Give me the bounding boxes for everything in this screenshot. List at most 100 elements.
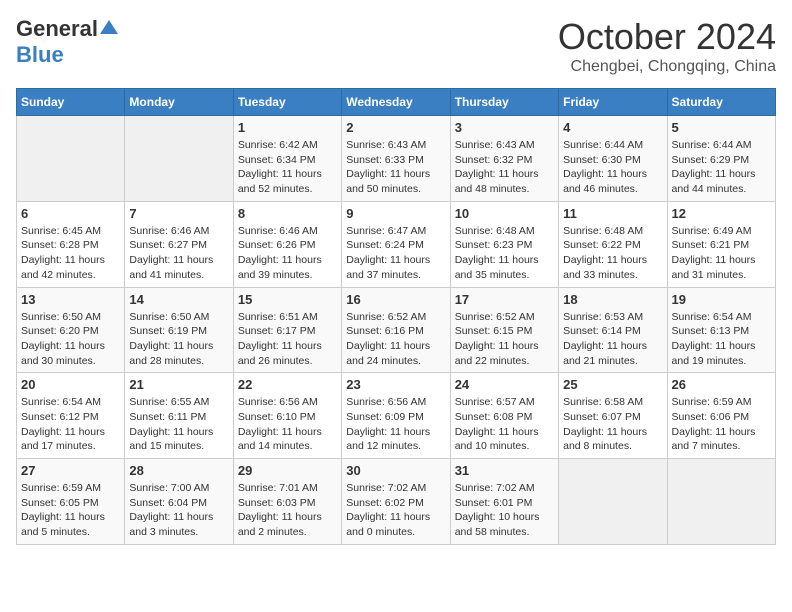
cell-date-number: 16 <box>346 292 445 307</box>
calendar-cell: 28 Sunrise: 7:00 AMSunset: 6:04 PMDayligh… <box>125 459 233 545</box>
calendar-cell <box>125 116 233 202</box>
calendar-cell: 27 Sunrise: 6:59 AMSunset: 6:05 PMDayligh… <box>17 459 125 545</box>
calendar-cell: 17 Sunrise: 6:52 AMSunset: 6:15 PMDayligh… <box>450 287 558 373</box>
calendar-cell: 6 Sunrise: 6:45 AMSunset: 6:28 PMDaylight… <box>17 201 125 287</box>
calendar-cell: 11 Sunrise: 6:48 AMSunset: 6:22 PMDayligh… <box>559 201 667 287</box>
cell-sun-info: Sunrise: 6:54 AMSunset: 6:12 PMDaylight:… <box>21 395 120 454</box>
cell-sun-info: Sunrise: 6:49 AMSunset: 6:21 PMDaylight:… <box>672 224 771 283</box>
cell-date-number: 24 <box>455 377 554 392</box>
cell-date-number: 7 <box>129 206 228 221</box>
calendar-cell: 10Sunrise: 6:48 AMSunset: 6:23 PMDayligh… <box>450 201 558 287</box>
calendar-cell: 30 Sunrise: 7:02 AMSunset: 6:02 PMDayligh… <box>342 459 450 545</box>
month-title: October 2024 <box>558 16 776 58</box>
cell-date-number: 29 <box>238 463 337 478</box>
calendar-week-row: 27 Sunrise: 6:59 AMSunset: 6:05 PMDayligh… <box>17 459 776 545</box>
cell-date-number: 2 <box>346 120 445 135</box>
calendar-week-row: 6 Sunrise: 6:45 AMSunset: 6:28 PMDaylight… <box>17 201 776 287</box>
cell-sun-info: Sunrise: 6:48 AMSunset: 6:22 PMDaylight:… <box>563 224 662 283</box>
calendar-cell: 14Sunrise: 6:50 AMSunset: 6:19 PMDayligh… <box>125 287 233 373</box>
cell-sun-info: Sunrise: 6:48 AMSunset: 6:23 PMDaylight:… <box>455 224 554 283</box>
cell-date-number: 18 <box>563 292 662 307</box>
cell-sun-info: Sunrise: 6:55 AMSunset: 6:11 PMDaylight:… <box>129 395 228 454</box>
calendar-cell: 4 Sunrise: 6:44 AMSunset: 6:30 PMDaylight… <box>559 116 667 202</box>
cell-date-number: 22 <box>238 377 337 392</box>
cell-date-number: 31 <box>455 463 554 478</box>
calendar-cell: 2Sunrise: 6:43 AMSunset: 6:33 PMDaylight… <box>342 116 450 202</box>
calendar-cell: 22 Sunrise: 6:56 AMSunset: 6:10 PMDayligh… <box>233 373 341 459</box>
calendar-week-row: 13 Sunrise: 6:50 AMSunset: 6:20 PMDayligh… <box>17 287 776 373</box>
calendar-header: SundayMondayTuesdayWednesdayThursdayFrid… <box>17 89 776 116</box>
title-area: October 2024 Chengbei, Chongqing, China <box>558 16 776 76</box>
cell-date-number: 12 <box>672 206 771 221</box>
weekday-header-wednesday: Wednesday <box>342 89 450 116</box>
cell-sun-info: Sunrise: 6:52 AMSunset: 6:16 PMDaylight:… <box>346 310 445 369</box>
calendar-cell <box>559 459 667 545</box>
cell-sun-info: Sunrise: 6:45 AMSunset: 6:28 PMDaylight:… <box>21 224 120 283</box>
weekday-header-saturday: Saturday <box>667 89 775 116</box>
cell-sun-info: Sunrise: 6:50 AMSunset: 6:20 PMDaylight:… <box>21 310 120 369</box>
weekday-header-tuesday: Tuesday <box>233 89 341 116</box>
cell-date-number: 5 <box>672 120 771 135</box>
cell-date-number: 26 <box>672 377 771 392</box>
calendar-body: 1Sunrise: 6:42 AMSunset: 6:34 PMDaylight… <box>17 116 776 545</box>
cell-sun-info: Sunrise: 7:00 AMSunset: 6:04 PMDaylight:… <box>129 481 228 540</box>
calendar-cell: 20Sunrise: 6:54 AMSunset: 6:12 PMDayligh… <box>17 373 125 459</box>
calendar-cell: 13 Sunrise: 6:50 AMSunset: 6:20 PMDayligh… <box>17 287 125 373</box>
calendar-cell: 9Sunrise: 6:47 AMSunset: 6:24 PMDaylight… <box>342 201 450 287</box>
weekday-header-monday: Monday <box>125 89 233 116</box>
cell-date-number: 17 <box>455 292 554 307</box>
logo: General Blue <box>16 16 118 68</box>
calendar-cell: 26 Sunrise: 6:59 AMSunset: 6:06 PMDayligh… <box>667 373 775 459</box>
page-header: General Blue October 2024 Chengbei, Chon… <box>16 16 776 76</box>
calendar-cell: 23 Sunrise: 6:56 AMSunset: 6:09 PMDayligh… <box>342 373 450 459</box>
cell-date-number: 15 <box>238 292 337 307</box>
calendar-cell: 7 Sunrise: 6:46 AMSunset: 6:27 PMDaylight… <box>125 201 233 287</box>
calendar-cell: 24 Sunrise: 6:57 AMSunset: 6:08 PMDayligh… <box>450 373 558 459</box>
cell-date-number: 13 <box>21 292 120 307</box>
cell-sun-info: Sunrise: 6:56 AMSunset: 6:09 PMDaylight:… <box>346 395 445 454</box>
calendar-cell: 12 Sunrise: 6:49 AMSunset: 6:21 PMDayligh… <box>667 201 775 287</box>
calendar-cell: 18 Sunrise: 6:53 AMSunset: 6:14 PMDayligh… <box>559 287 667 373</box>
cell-date-number: 30 <box>346 463 445 478</box>
calendar-cell: 31Sunrise: 7:02 AMSunset: 6:01 PMDayligh… <box>450 459 558 545</box>
calendar-cell: 16 Sunrise: 6:52 AMSunset: 6:16 PMDayligh… <box>342 287 450 373</box>
cell-sun-info: Sunrise: 6:47 AMSunset: 6:24 PMDaylight:… <box>346 224 445 283</box>
cell-sun-info: Sunrise: 6:54 AMSunset: 6:13 PMDaylight:… <box>672 310 771 369</box>
cell-sun-info: Sunrise: 7:02 AMSunset: 6:02 PMDaylight:… <box>346 481 445 540</box>
cell-sun-info: Sunrise: 6:59 AMSunset: 6:05 PMDaylight:… <box>21 481 120 540</box>
cell-sun-info: Sunrise: 6:46 AMSunset: 6:27 PMDaylight:… <box>129 224 228 283</box>
calendar-cell <box>667 459 775 545</box>
calendar-cell: 25Sunrise: 6:58 AMSunset: 6:07 PMDayligh… <box>559 373 667 459</box>
calendar-cell: 15Sunrise: 6:51 AMSunset: 6:17 PMDayligh… <box>233 287 341 373</box>
cell-sun-info: Sunrise: 6:50 AMSunset: 6:19 PMDaylight:… <box>129 310 228 369</box>
calendar-cell: 3 Sunrise: 6:43 AMSunset: 6:32 PMDaylight… <box>450 116 558 202</box>
cell-sun-info: Sunrise: 6:44 AMSunset: 6:30 PMDaylight:… <box>563 138 662 197</box>
logo-icon <box>100 18 118 36</box>
cell-sun-info: Sunrise: 6:43 AMSunset: 6:32 PMDaylight:… <box>455 138 554 197</box>
cell-date-number: 11 <box>563 206 662 221</box>
cell-sun-info: Sunrise: 6:42 AMSunset: 6:34 PMDaylight:… <box>238 138 337 197</box>
calendar-cell: 5 Sunrise: 6:44 AMSunset: 6:29 PMDaylight… <box>667 116 775 202</box>
calendar-cell: 8Sunrise: 6:46 AMSunset: 6:26 PMDaylight… <box>233 201 341 287</box>
cell-sun-info: Sunrise: 6:53 AMSunset: 6:14 PMDaylight:… <box>563 310 662 369</box>
calendar-cell: 29Sunrise: 7:01 AMSunset: 6:03 PMDayligh… <box>233 459 341 545</box>
calendar-week-row: 1Sunrise: 6:42 AMSunset: 6:34 PMDaylight… <box>17 116 776 202</box>
cell-sun-info: Sunrise: 6:57 AMSunset: 6:08 PMDaylight:… <box>455 395 554 454</box>
cell-sun-info: Sunrise: 6:56 AMSunset: 6:10 PMDaylight:… <box>238 395 337 454</box>
cell-sun-info: Sunrise: 6:59 AMSunset: 6:06 PMDaylight:… <box>672 395 771 454</box>
cell-date-number: 3 <box>455 120 554 135</box>
cell-date-number: 4 <box>563 120 662 135</box>
calendar-cell: 21 Sunrise: 6:55 AMSunset: 6:11 PMDayligh… <box>125 373 233 459</box>
cell-date-number: 27 <box>21 463 120 478</box>
cell-sun-info: Sunrise: 6:46 AMSunset: 6:26 PMDaylight:… <box>238 224 337 283</box>
cell-date-number: 6 <box>21 206 120 221</box>
weekday-header-row: SundayMondayTuesdayWednesdayThursdayFrid… <box>17 89 776 116</box>
weekday-header-friday: Friday <box>559 89 667 116</box>
cell-date-number: 25 <box>563 377 662 392</box>
cell-sun-info: Sunrise: 6:52 AMSunset: 6:15 PMDaylight:… <box>455 310 554 369</box>
cell-date-number: 21 <box>129 377 228 392</box>
calendar-cell: 1Sunrise: 6:42 AMSunset: 6:34 PMDaylight… <box>233 116 341 202</box>
cell-sun-info: Sunrise: 6:44 AMSunset: 6:29 PMDaylight:… <box>672 138 771 197</box>
cell-date-number: 28 <box>129 463 228 478</box>
cell-date-number: 23 <box>346 377 445 392</box>
